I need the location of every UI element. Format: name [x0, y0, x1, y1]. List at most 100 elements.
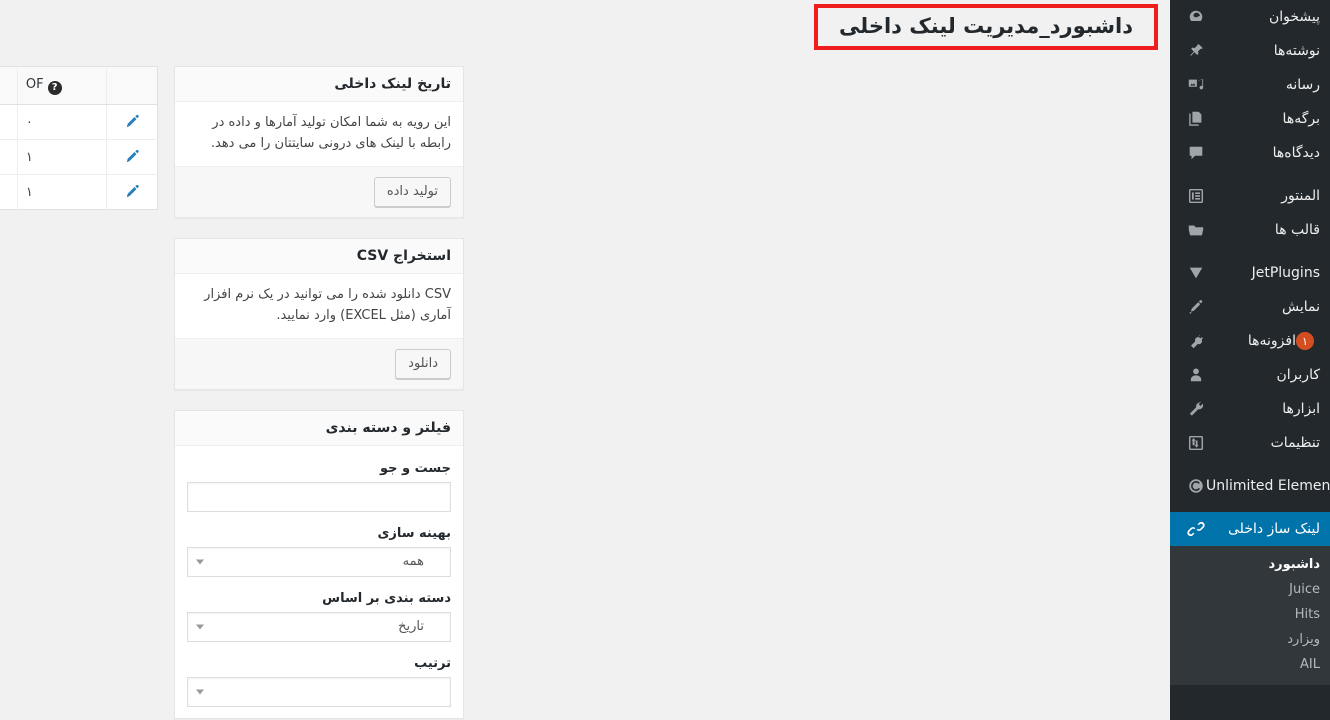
table-header-label: OF — [25, 76, 44, 92]
admin-sidebar: پیشخوان نوشته‌ها رسانه برگه‌ها دیدگاه‌ها المن… — [1170, 0, 1330, 720]
table-header-row: ?OF?VG?RI?AIL?CL?CL?PTتاریخ?نوشته? — [0, 66, 158, 105]
sidebar-item-pages[interactable]: برگه‌ها — [1170, 102, 1330, 136]
cell-vg: ۰ — [0, 104, 18, 140]
sidebar-item-label: پیشخوان — [1268, 9, 1320, 25]
panel-body: CSV دانلود شده را می توانید در یک نرم اف… — [175, 274, 463, 338]
table-row: ۱۰۰۰۰۱۴۹postژانویه ۱۲, ۲۰۲۰سلام دنیا! — [0, 139, 158, 175]
panel-title: استخراج CSV — [356, 248, 451, 265]
filter-select-wrapper-1: همه — [187, 547, 451, 578]
settings-sliders-icon — [1186, 433, 1206, 453]
links-table-container: ?OF?VG?RI?AIL?CL?CL?PTتاریخ?نوشته? ۰۰۶۰۴… — [0, 66, 158, 234]
table-row: ۱۰۱۰۱۱۲۶۱pageژانویه ۱۲, ۲۰۲۰برگه نمونه — [0, 174, 158, 210]
sidebar-item-label: JetPlugins — [1251, 265, 1320, 281]
panel-header: فیلتر و دسته بندی — [175, 411, 463, 447]
appearance-brush-icon — [1186, 297, 1206, 317]
sidebar-item-label: قالب ها — [1274, 222, 1320, 238]
sidebar-item-label: نمایش — [1281, 299, 1320, 315]
sidebar-subitem-داشبورد[interactable]: داشبورد — [1170, 552, 1330, 577]
sidebar-subitem-ویزارد[interactable]: ویزارد — [1170, 627, 1330, 652]
panel-internal-link-history: تاریخ لینک داخلی این رویه به شما امکان ت… — [174, 66, 464, 219]
help-question-icon[interactable]: ? — [47, 80, 62, 95]
sidebar-item-label: تنظیمات — [1270, 435, 1320, 451]
sidebar-item-label: رسانه — [1285, 77, 1320, 93]
filter-search-input[interactable] — [187, 482, 451, 513]
sidebar-item-link[interactable]: لینک ساز داخلی — [1170, 512, 1330, 546]
cell-of: ۱ — [16, 174, 107, 210]
pencil-icon[interactable] — [123, 114, 141, 130]
plugins-icon — [1186, 331, 1206, 351]
panel-footer: دانلود — [175, 337, 463, 390]
table-body: ۰۰۶۰۴۶۳۴۰pageژانویه ۱۹, ۲۰۲۰برگه ۱۱۰۰۰۰۱… — [0, 104, 158, 210]
filter-select-1[interactable]: همه — [187, 547, 451, 578]
table-header-vg[interactable]: ?VG — [0, 66, 18, 105]
sidebar-item-templates-folder[interactable]: قالب ها — [1170, 213, 1330, 247]
media-icon — [1186, 75, 1206, 95]
panel-body: این رویه به شما امکان تولید آمارها و داد… — [175, 102, 463, 166]
filter-label-3: ترتیب — [414, 656, 451, 672]
filter-select-2[interactable]: تاریخ — [187, 612, 451, 643]
sidebar-separator — [1170, 503, 1330, 512]
filter-form: جست و جو بهینه سازی همه دسته بندی بر اساس تا… — [175, 446, 463, 718]
sidebar-item-appearance-brush[interactable]: نمایش — [1170, 290, 1330, 324]
edit-row-button[interactable] — [106, 174, 158, 210]
sidebar-item-tools-wrench[interactable]: ابزارها — [1170, 392, 1330, 426]
panel-filter-and-grouping: فیلتر و دسته بندی جست و جو بهینه سازی همه د… — [174, 410, 464, 720]
pencil-icon[interactable] — [123, 184, 141, 200]
table-header-edit[interactable] — [106, 66, 158, 105]
sidebar-item-label: دیدگاه‌ها — [1272, 145, 1320, 161]
sidebar-subitem-juice[interactable]: Juice — [1170, 577, 1330, 602]
table-head: ?OF?VG?RI?AIL?CL?CL?PTتاریخ?نوشته? — [0, 66, 158, 105]
edit-row-button[interactable] — [106, 104, 158, 140]
link-icon — [1186, 519, 1206, 539]
panel-footer: تولید داده — [175, 165, 463, 218]
sidebar-subitem-ail[interactable]: AIL — [1170, 652, 1330, 677]
panel-csv-export: استخراج CSV CSV دانلود شده را می توانید … — [174, 238, 464, 391]
cell-vg: ۰ — [0, 139, 18, 175]
tools-wrench-icon — [1186, 399, 1206, 419]
sidebar-item-settings-sliders[interactable]: تنظیمات — [1170, 426, 1330, 460]
cell-of: ۱ — [16, 139, 107, 175]
users-icon — [1186, 365, 1206, 385]
sidebar-subitem-hits[interactable]: Hits — [1170, 602, 1330, 627]
sidebar-item-media[interactable]: رسانه — [1170, 68, 1330, 102]
sidebar-item-badge: ۱ — [1296, 332, 1314, 350]
sidebar-item-comment[interactable]: دیدگاه‌ها — [1170, 136, 1330, 170]
sidebar-item-users[interactable]: کاربران — [1170, 358, 1330, 392]
sidebar-item-label: لینک ساز داخلی — [1228, 521, 1320, 537]
sidebar-item-jetplugins[interactable]: JetPlugins — [1170, 256, 1330, 290]
filter-label-2: دسته بندی بر اساس — [322, 591, 451, 607]
table-header-of[interactable]: ?OF — [16, 66, 107, 105]
sidebar-separator — [1170, 460, 1330, 469]
pin-icon — [1186, 41, 1206, 61]
templates-folder-icon — [1186, 220, 1206, 240]
side-panels: تاریخ لینک داخلی این رویه به شما امکان ت… — [174, 66, 464, 720]
table-row: ۰۰۶۰۴۶۳۴۰pageژانویه ۱۹, ۲۰۲۰برگه ۱ — [0, 104, 158, 140]
links-table: ?OF?VG?RI?AIL?CL?CL?PTتاریخ?نوشته? ۰۰۶۰۴… — [0, 66, 158, 210]
generate-data-button[interactable]: تولید داده — [373, 176, 451, 208]
comment-icon — [1186, 143, 1206, 163]
sidebar-separator — [1170, 170, 1330, 179]
filter-select-wrapper-2: تاریخ — [187, 612, 451, 643]
sidebar-item-pin[interactable]: نوشته‌ها — [1170, 34, 1330, 68]
download-button[interactable]: دانلود — [395, 348, 451, 380]
panel-description: این رویه به شما امکان تولید آمارها و داد… — [210, 115, 451, 151]
filter-select-3[interactable] — [187, 677, 451, 708]
sidebar-item-unlimited-elements[interactable]: Unlimited Elements — [1170, 469, 1330, 503]
panel-title: تاریخ لینک داخلی — [334, 76, 451, 92]
panel-title: فیلتر و دسته بندی — [325, 420, 451, 437]
page-title-highlight: داشبورد_مدیریت لینک داخلی — [814, 4, 1158, 50]
unlimited-elements-icon — [1186, 476, 1206, 496]
sidebar-item-elementor[interactable]: المنتور — [1170, 179, 1330, 213]
pencil-icon[interactable] — [123, 149, 141, 165]
filter-label-1: بهینه سازی — [377, 526, 451, 542]
panel-header: استخراج CSV — [175, 239, 463, 275]
edit-row-button[interactable] — [106, 139, 158, 175]
sidebar-item-label: المنتور — [1281, 188, 1320, 204]
sidebar-item-plugins[interactable]: افزونه‌ها ۱ — [1170, 324, 1330, 358]
sidebar-item-label: Unlimited Elements — [1206, 478, 1330, 494]
sidebar-item-label: برگه‌ها — [1282, 111, 1320, 127]
sidebar-menu-list: پیشخوان نوشته‌ها رسانه برگه‌ها دیدگاه‌ها المن… — [1170, 0, 1330, 546]
sidebar-submenu: داشبورد Juice Hits ویزارد AIL — [1170, 546, 1330, 685]
panel-header: تاریخ لینک داخلی — [175, 67, 463, 102]
sidebar-item-dashboard[interactable]: پیشخوان — [1170, 0, 1330, 34]
